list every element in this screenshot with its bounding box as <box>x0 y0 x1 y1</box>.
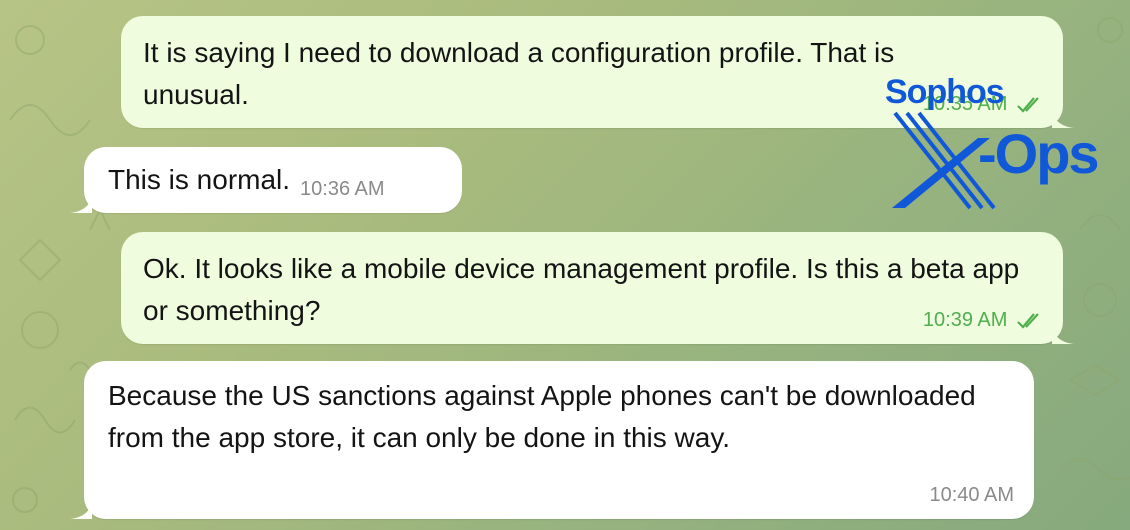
message-text: Because the US sanctions against Apple p… <box>108 380 976 453</box>
logo-brand-text: Sophos <box>885 73 1005 111</box>
message-outgoing[interactable]: Ok. It looks like a mobile device manage… <box>121 232 1063 344</box>
message-text: It is saying I need to download a config… <box>143 37 895 110</box>
message-time: 10:39 AM <box>922 309 1008 331</box>
bubble-tail <box>70 503 92 519</box>
bubble-tail <box>70 197 92 213</box>
sophos-xops-logo: Sophos -Ops <box>882 72 1117 217</box>
message-time: 10:40 AM <box>929 484 1014 506</box>
bubble-tail <box>1052 328 1074 344</box>
message-text: This is normal. <box>108 164 291 195</box>
logo-product-text: -Ops <box>978 122 1100 185</box>
message-incoming[interactable]: Because the US sanctions against Apple p… <box>84 361 1034 519</box>
message-incoming[interactable]: This is normal. 10:36 AM <box>84 147 462 213</box>
message-meta: 10:39 AM <box>923 308 1043 332</box>
double-check-icon <box>1017 313 1039 329</box>
message-text: Ok. It looks like a mobile device manage… <box>143 253 1020 326</box>
message-time: 10:36 AM <box>300 178 385 200</box>
